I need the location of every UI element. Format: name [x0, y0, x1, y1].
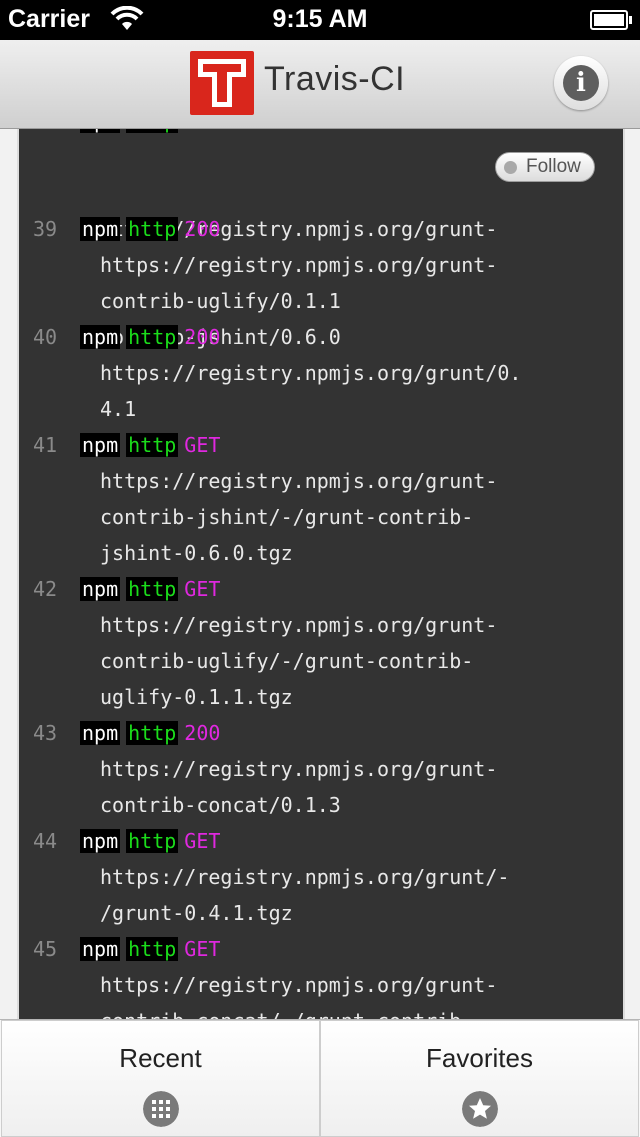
follow-label: Follow [526, 156, 581, 177]
travis-logo [190, 51, 254, 115]
http-token: http [126, 577, 179, 601]
status-token: GET [184, 937, 221, 961]
status-token: 200 [184, 325, 221, 349]
npm-token: npm [80, 721, 121, 745]
log-line-text: https://registry.npmjs.org/grunt-contrib… [100, 469, 498, 565]
line-number: 45 [33, 937, 58, 961]
toggle-dot-icon [504, 161, 517, 174]
status-token: 200 [184, 217, 221, 241]
tab-favorites-label: Favorites [426, 1043, 533, 1073]
npm-token: npm [80, 433, 121, 457]
log-line-text: https://registry.npmjs.org/grunt-contrib… [100, 253, 498, 313]
app-title: Travis-CI [264, 60, 406, 98]
http-token: http [126, 325, 179, 349]
npm-token: npm [80, 829, 121, 853]
navigation-bar: Travis-CI i [0, 40, 640, 129]
info-button[interactable]: i [554, 56, 608, 110]
line-number: 43 [33, 721, 58, 745]
tab-recent-label: Recent [119, 1043, 202, 1073]
star-icon [461, 1091, 498, 1127]
status-token: 200 [184, 721, 221, 745]
line-number: 39 [33, 217, 58, 241]
clock: 9:15 AM [272, 5, 368, 33]
http-token: http [126, 433, 179, 457]
info-icon: i [563, 65, 599, 101]
npm-token: npm [80, 325, 121, 349]
log-line-text: https://registry.npmjs.org/grunt-contrib… [100, 757, 498, 817]
npm-token: npm [80, 217, 121, 241]
status-token: GET [184, 577, 221, 601]
grid-icon [142, 1091, 179, 1127]
line-number: 44 [33, 829, 58, 853]
log-line-text: https://registry.npmjs.org/grunt-contrib… [100, 973, 498, 1019]
battery-icon [590, 10, 632, 30]
status-bar: Carrier 9:15 AM [0, 0, 640, 40]
npm-token: npm [80, 937, 121, 961]
log-line-text: https://registry.npmjs.org/grunt/0. 4.1 [100, 361, 522, 421]
line-number: 42 [33, 577, 58, 601]
http-token: http [126, 721, 179, 745]
line-number: 41 [33, 433, 58, 457]
tab-bar: Recent Favorites [0, 1019, 640, 1137]
npm-token: npm [80, 577, 121, 601]
http-token: http [126, 217, 179, 241]
log-line-text: https://registry.npmjs.org/grunt/-/grunt… [100, 865, 510, 925]
status-token: GET [184, 829, 221, 853]
tab-favorites[interactable]: Favorites [320, 1020, 639, 1137]
line-number: 40 [33, 325, 58, 349]
http-token: http [126, 829, 179, 853]
tab-recent[interactable]: Recent [1, 1020, 320, 1137]
follow-toggle[interactable]: Follow [495, 152, 595, 182]
build-log[interactable]: npmhttp https://registry.npmjs.org/grunt… [17, 129, 625, 1019]
log-line-text: https://registry.npmjs.org/grunt-contrib… [100, 613, 498, 709]
status-token: GET [184, 433, 221, 457]
http-token: http [126, 937, 179, 961]
